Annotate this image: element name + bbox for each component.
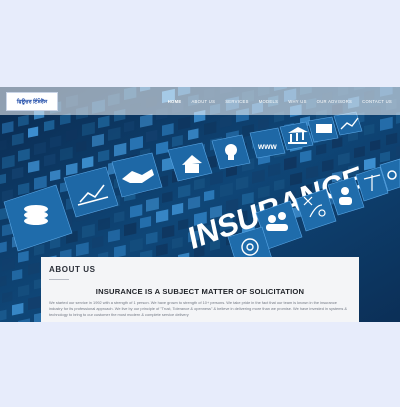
about-section: ABOUT US INSURANCE IS A SUBJECT MATTER O… xyxy=(41,257,359,322)
top-navbar: ਫਿਊਚਰ ਇੰਸ਼ੋਰੈਂਸ HOME ABOUT US SERVICES M… xyxy=(0,87,400,115)
www-icon: www xyxy=(257,142,277,151)
nav-models[interactable]: MODELS xyxy=(259,99,278,104)
nav-why-us[interactable]: WHY US xyxy=(288,99,306,104)
about-subject: INSURANCE IS A SUBJECT MATTER OF SOLICIT… xyxy=(95,287,305,296)
logo-text: ਫਿਊਚਰ ਇੰਸ਼ੋਰੈਂਸ xyxy=(16,98,48,105)
about-paragraph: We started our service in 1992 with a st… xyxy=(49,300,348,317)
heading-divider xyxy=(49,279,69,280)
nav-contact-us[interactable]: CONTACT US xyxy=(362,99,392,104)
nav-home[interactable]: HOME xyxy=(168,99,182,104)
page-frame: www INSURANCE xyxy=(0,0,400,407)
nav-services[interactable]: SERVICES xyxy=(225,99,249,104)
site-logo[interactable]: ਫਿਊਚਰ ਇੰਸ਼ੋਰੈਂਸ xyxy=(6,92,58,111)
nav-our-advisors[interactable]: OUR ADVISORS xyxy=(317,99,352,104)
money-icon xyxy=(316,124,332,133)
about-heading: ABOUT US xyxy=(49,265,96,274)
coins-icon xyxy=(24,205,48,225)
nav-about-us[interactable]: ABOUT US xyxy=(191,99,215,104)
website-screen: www INSURANCE xyxy=(0,87,400,322)
main-menu: HOME ABOUT US SERVICES MODELS WHY US OUR… xyxy=(168,87,392,115)
